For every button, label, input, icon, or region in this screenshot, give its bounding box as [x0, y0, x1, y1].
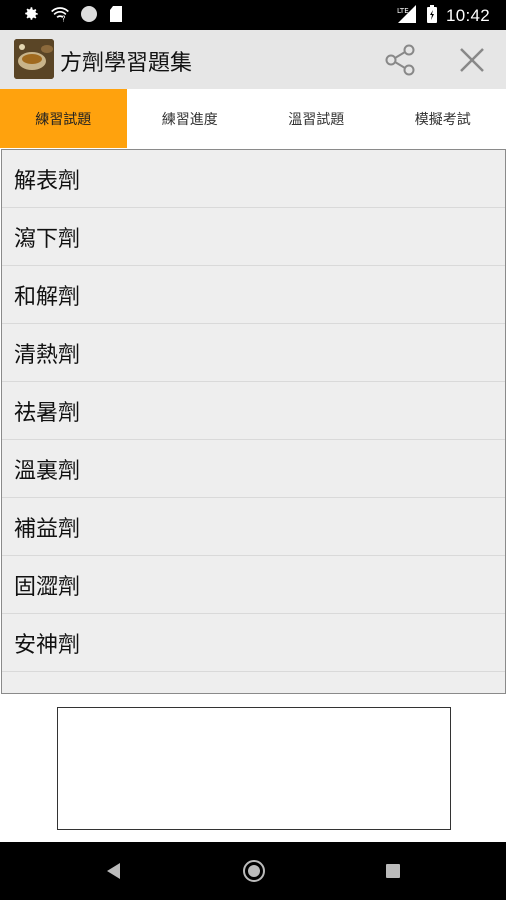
back-icon[interactable]: [104, 861, 122, 885]
close-icon: [460, 48, 484, 72]
svg-text:?: ?: [62, 15, 66, 24]
wifi-unknown-icon: ?: [50, 5, 70, 27]
list-item[interactable]: 清熱劑: [2, 324, 505, 382]
network-type-label: LTE: [397, 7, 409, 15]
list-item[interactable]: 溫裏劑: [2, 440, 505, 498]
list-item[interactable]: 解表劑: [2, 150, 505, 208]
app-logo-icon: [14, 39, 54, 79]
app-bar: 方劑學習題集: [0, 30, 506, 90]
app-title: 方劑學習題集: [60, 51, 193, 76]
category-list: 解表劑 瀉下劑 和解劑 清熱劑 祛暑劑 溫裏劑 補益劑 固澀劑 安神劑: [1, 149, 506, 694]
list-item[interactable]: 和解劑: [2, 266, 505, 324]
list-item[interactable]: 瀉下劑: [2, 208, 505, 266]
list-item[interactable]: 祛暑劑: [2, 382, 505, 440]
battery-icon: [426, 4, 438, 28]
home-icon[interactable]: [242, 859, 266, 887]
sd-card-icon: [108, 5, 124, 27]
tab-mock-exam[interactable]: 模擬考試: [380, 89, 506, 148]
status-bar: ? LTE 10:42: [0, 0, 506, 30]
status-left-icons: ?: [22, 5, 124, 27]
share-icon: [385, 44, 415, 76]
list-item[interactable]: 補益劑: [2, 498, 505, 556]
tab-practice-questions[interactable]: 練習試題: [0, 89, 127, 148]
recents-icon[interactable]: [385, 863, 401, 883]
gear-icon: [22, 5, 40, 27]
status-time: 10:42: [445, 6, 490, 25]
tab-practice-progress[interactable]: 練習進度: [127, 89, 254, 148]
signal-icon: LTE: [396, 4, 418, 28]
tab-review-questions[interactable]: 溫習試題: [253, 89, 380, 148]
list-item[interactable]: 固澀劑: [2, 556, 505, 614]
close-button[interactable]: [456, 44, 488, 76]
share-button[interactable]: [383, 44, 417, 76]
ad-banner[interactable]: [57, 707, 451, 830]
status-right-icons: LTE 10:42: [396, 4, 490, 28]
circle-icon: [80, 5, 98, 27]
navigation-bar: [0, 842, 506, 900]
list-item[interactable]: 安神劑: [2, 614, 505, 672]
tab-bar: 練習試題 練習進度 溫習試題 模擬考試: [0, 89, 506, 148]
